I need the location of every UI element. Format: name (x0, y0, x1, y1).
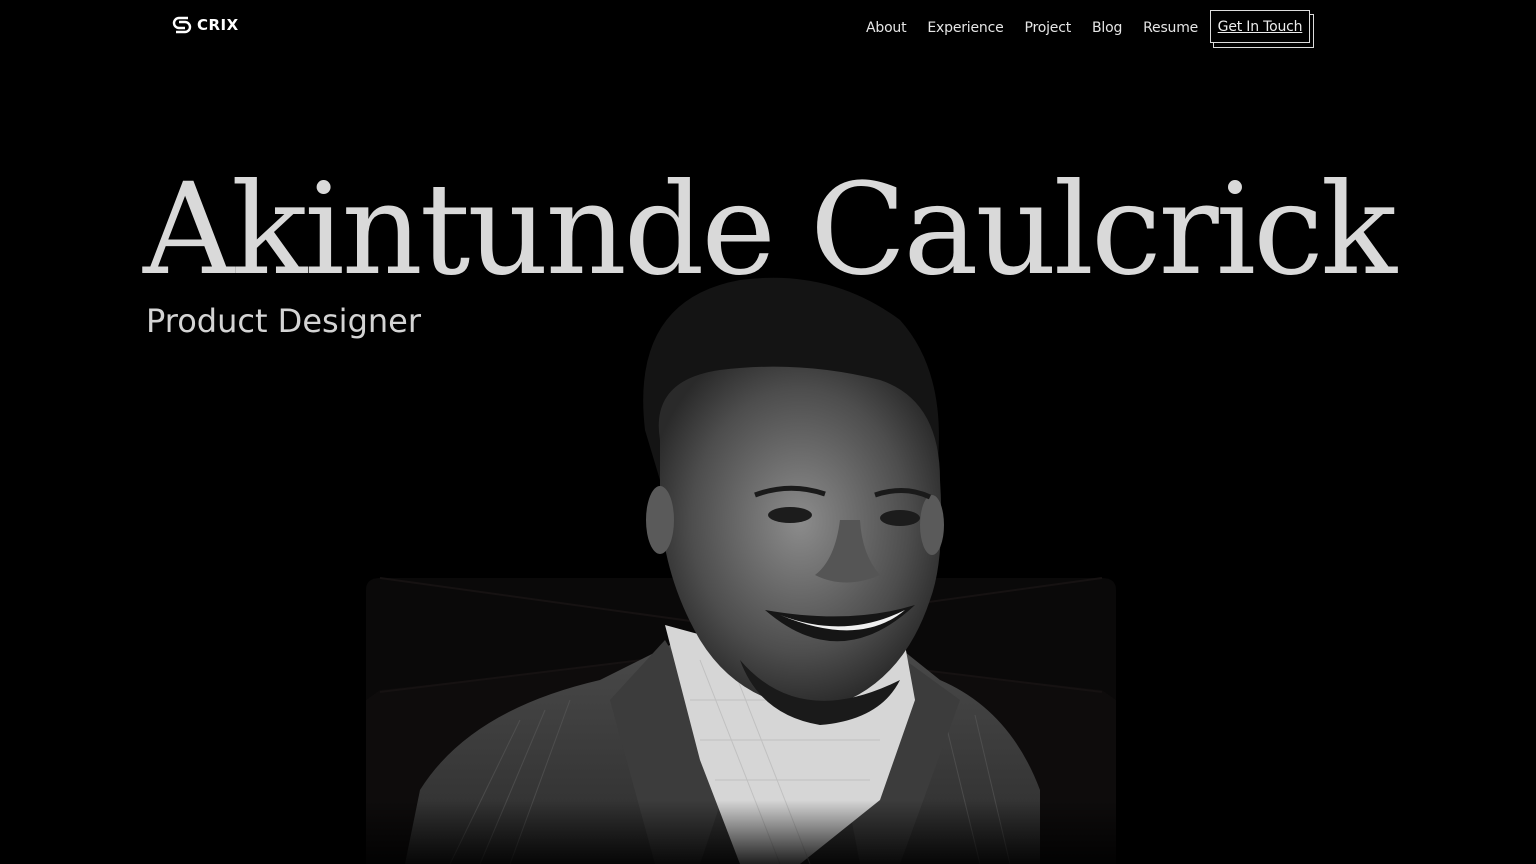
portrait-illustration (366, 277, 1116, 864)
hero-role: Product Designer (146, 302, 421, 340)
hero-section: Akintunde Caulcrick Product Designer (0, 0, 1536, 864)
